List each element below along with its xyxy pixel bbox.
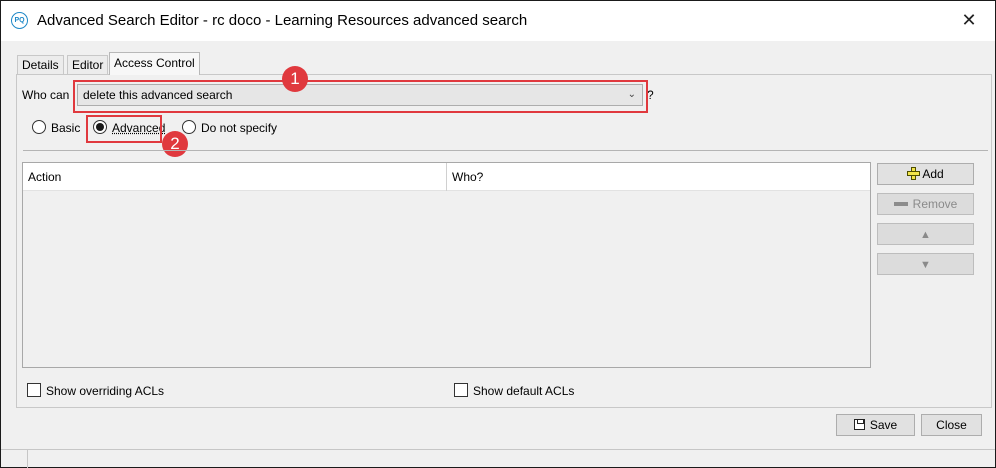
show-overriding-acls-checkbox[interactable] <box>27 383 41 397</box>
mode-radio-basic[interactable] <box>32 120 46 134</box>
who-can-label: Who can <box>22 88 70 102</box>
move-up-button[interactable]: ▲ <box>877 223 974 245</box>
remove-button-label: Remove <box>912 197 958 211</box>
add-button-label: Add <box>922 167 944 181</box>
chevron-up-icon: ▲ <box>920 229 931 241</box>
chevron-down-icon: ▼ <box>920 259 931 271</box>
close-icon[interactable]: ✕ <box>959 10 979 30</box>
dialog-window: PQ Advanced Search Editor - rc doco - Le… <box>0 0 996 468</box>
tab-editor[interactable]: Editor <box>67 55 109 74</box>
status-bar <box>1 449 995 468</box>
acl-table[interactable]: Action Who? <box>22 162 871 368</box>
highlight-box-2 <box>86 115 162 143</box>
add-button[interactable]: Add <box>877 163 974 185</box>
close-button[interactable]: Close <box>921 414 982 436</box>
mode-radio-basic-label: Basic <box>51 121 81 135</box>
plus-icon <box>907 167 921 180</box>
save-icon <box>853 419 865 430</box>
save-button[interactable]: Save <box>836 414 915 436</box>
column-header-who[interactable]: Who? <box>447 163 483 191</box>
window-title: Advanced Search Editor - rc doco - Learn… <box>37 12 528 29</box>
question-mark-label: ? <box>647 88 654 102</box>
highlight-box-1 <box>73 80 648 113</box>
show-default-acls-label: Show default ACLs <box>473 384 575 398</box>
show-default-acls-checkbox[interactable] <box>454 383 468 397</box>
separator <box>23 150 988 151</box>
mode-radio-do-not-specify-label: Do not specify <box>201 121 278 135</box>
move-down-button[interactable]: ▼ <box>877 253 974 275</box>
save-button-label: Save <box>869 418 898 432</box>
show-overriding-acls-label: Show overriding ACLs <box>46 384 165 398</box>
tab-details[interactable]: Details <box>17 55 64 74</box>
mode-radio-do-not-specify[interactable] <box>182 120 196 134</box>
annotation-badge-2: 2 <box>162 131 188 157</box>
remove-button[interactable]: Remove <box>877 193 974 215</box>
minus-icon <box>893 202 908 206</box>
annotation-badge-1: 1 <box>282 66 308 92</box>
app-logo-icon: PQ <box>11 12 28 29</box>
title-bar[interactable]: PQ Advanced Search Editor - rc doco - Le… <box>1 1 995 41</box>
status-bar-divider <box>27 450 28 468</box>
column-header-action[interactable]: Action <box>23 163 61 191</box>
acl-table-header: Action Who? <box>23 163 870 191</box>
tab-access-control[interactable]: Access Control <box>109 52 200 75</box>
